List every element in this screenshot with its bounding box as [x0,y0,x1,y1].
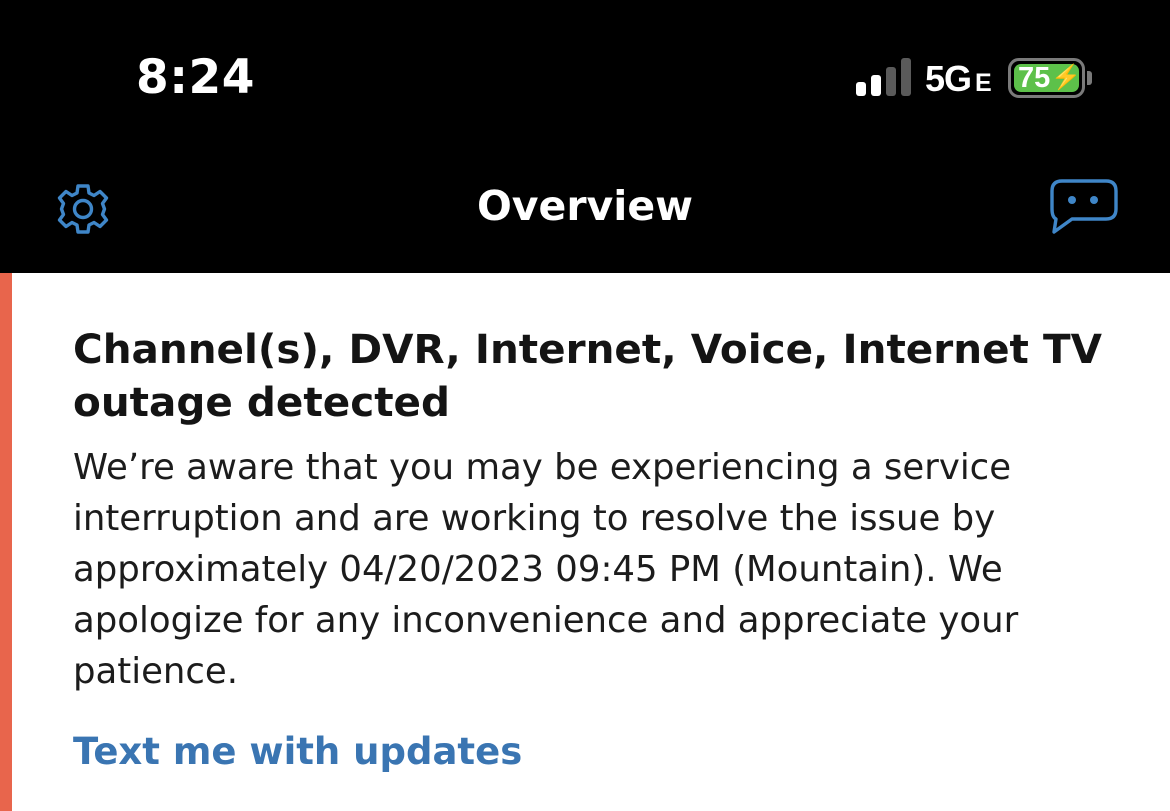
network-label: 5G [925,58,972,99]
outage-alert-title: Channel(s), DVR, Internet, Voice, Intern… [73,325,1102,426]
text-me-updates-link[interactable]: Text me with updates [73,730,522,773]
battery-percent: 75 [1018,62,1051,94]
battery-cap [1087,71,1092,85]
status-bar: 8:24 5G E 75 ⚡ [0,0,1170,150]
status-time: 8:24 [136,50,255,105]
chat-bubble-icon[interactable] [1048,178,1120,238]
outage-alert-message: We’re aware that you may be experiencing… [73,447,1019,692]
cellular-signal-icon [856,58,911,96]
battery-fill: 75 ⚡ [1014,62,1082,94]
network-suffix: E [975,69,992,97]
battery-body: 75 ⚡ [1008,58,1085,98]
network-type: 5G E [925,58,992,100]
alert-accent-bar [0,273,12,811]
page-title: Overview [476,182,694,230]
charging-bolt-icon: ⚡ [1051,64,1082,91]
battery-indicator: 75 ⚡ [1008,58,1092,100]
